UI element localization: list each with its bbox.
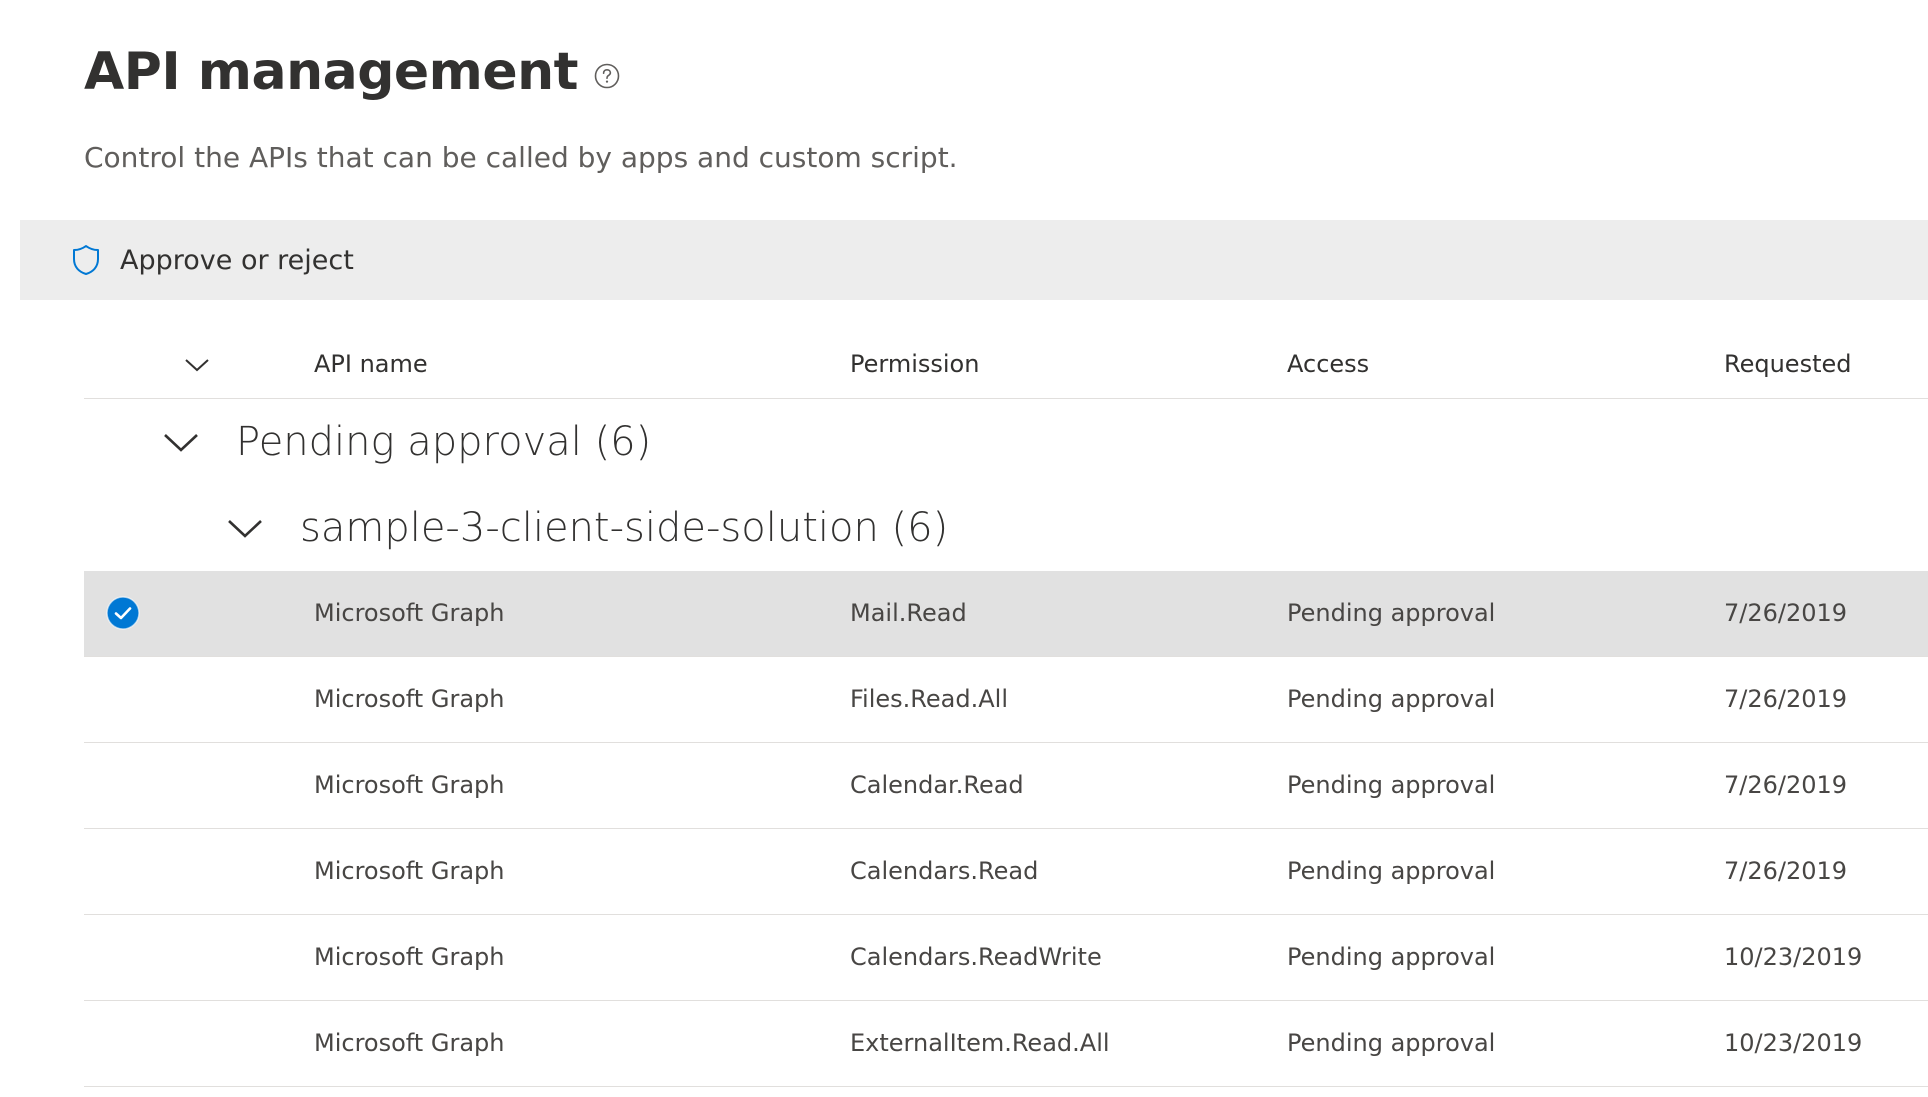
chevron-down-icon[interactable] [158, 419, 204, 465]
page-header: API management [84, 34, 622, 110]
cell-requested: 10/23/2019 [1724, 943, 1863, 971]
cell-permission: Calendar.Read [850, 771, 1024, 799]
cell-access: Pending approval [1287, 771, 1496, 799]
cell-access: Pending approval [1287, 685, 1496, 713]
page-subtitle: Control the APIs that can be called by a… [84, 141, 958, 174]
cell-requested: 7/26/2019 [1724, 857, 1848, 885]
table-header: API name Permission Access Requested [84, 330, 1928, 399]
cell-requested: 7/26/2019 [1724, 685, 1848, 713]
api-requests-table: API name Permission Access Requested Pen… [84, 330, 1928, 1087]
cell-permission: Files.Read.All [850, 685, 1008, 713]
table-row[interactable]: Microsoft Graph Mail.Read Pending approv… [84, 571, 1928, 657]
group-header-pending-approval[interactable]: Pending approval (6) [84, 399, 1928, 485]
cell-permission: Mail.Read [850, 599, 967, 627]
page-title: API management [84, 42, 579, 102]
column-header-permission[interactable]: Permission [850, 330, 979, 398]
column-header-requested[interactable]: Requested [1724, 330, 1852, 398]
cell-api-name: Microsoft Graph [314, 685, 505, 713]
cell-access: Pending approval [1287, 943, 1496, 971]
column-header-access[interactable]: Access [1287, 330, 1369, 398]
command-bar: Approve or reject [20, 220, 1928, 300]
cell-permission: Calendars.ReadWrite [850, 943, 1102, 971]
help-circle-icon[interactable] [592, 61, 622, 91]
table-row[interactable]: Microsoft Graph Calendar.Read Pending ap… [84, 743, 1928, 829]
cell-access: Pending approval [1287, 857, 1496, 885]
group-title: Pending approval (6) [236, 419, 652, 465]
subgroup-header-solution[interactable]: sample-3-client-side-solution (6) [84, 485, 1928, 571]
subgroup-title: sample-3-client-side-solution (6) [300, 505, 949, 551]
table-row[interactable]: Microsoft Graph Calendars.Read Pending a… [84, 829, 1928, 915]
cell-access: Pending approval [1287, 1029, 1496, 1057]
chevron-down-icon[interactable] [222, 505, 268, 551]
chevron-down-icon[interactable] [180, 348, 214, 382]
checkmark-circle-icon[interactable] [106, 596, 140, 630]
cell-api-name: Microsoft Graph [314, 599, 505, 627]
cell-api-name: Microsoft Graph [314, 1029, 505, 1057]
cell-permission: ExternalItem.Read.All [850, 1029, 1110, 1057]
approve-or-reject-label: Approve or reject [120, 244, 354, 276]
shield-icon [68, 242, 104, 278]
table-row[interactable]: Microsoft Graph Files.Read.All Pending a… [84, 657, 1928, 743]
cell-api-name: Microsoft Graph [314, 857, 505, 885]
cell-api-name: Microsoft Graph [314, 771, 505, 799]
cell-access: Pending approval [1287, 599, 1496, 627]
table-row[interactable]: Microsoft Graph ExternalItem.Read.All Pe… [84, 1001, 1928, 1087]
column-header-api-name[interactable]: API name [314, 330, 428, 398]
cell-requested: 7/26/2019 [1724, 771, 1848, 799]
table-row[interactable]: Microsoft Graph Calendars.ReadWrite Pend… [84, 915, 1928, 1001]
cell-requested: 10/23/2019 [1724, 1029, 1863, 1057]
cell-api-name: Microsoft Graph [314, 943, 505, 971]
approve-or-reject-button[interactable]: Approve or reject [68, 220, 354, 300]
cell-requested: 7/26/2019 [1724, 599, 1848, 627]
cell-permission: Calendars.Read [850, 857, 1039, 885]
